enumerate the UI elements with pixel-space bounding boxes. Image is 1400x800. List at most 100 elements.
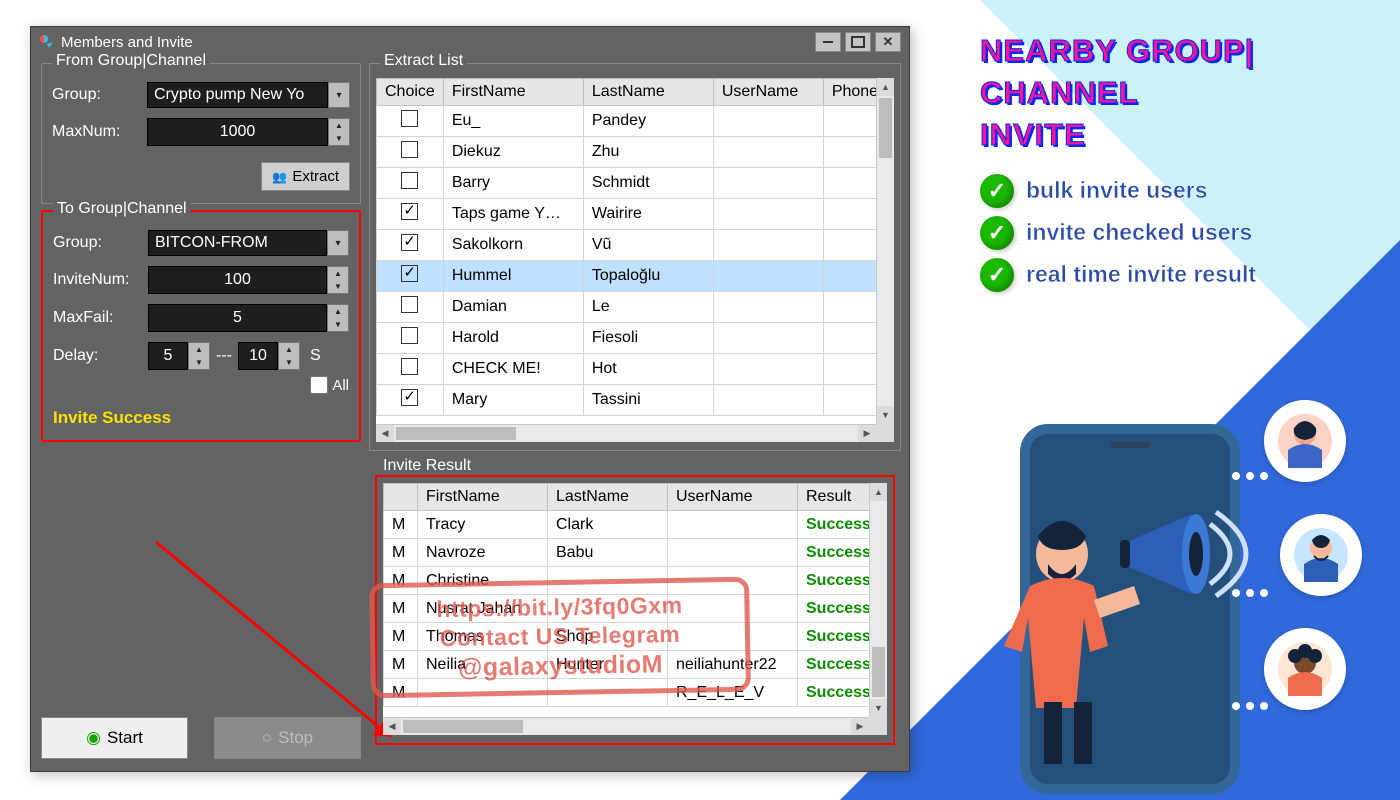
- rcol-firstname[interactable]: FirstName: [418, 484, 548, 511]
- col-choice[interactable]: Choice: [377, 79, 444, 106]
- cell-username: [713, 168, 823, 199]
- dots-icon: [1232, 472, 1268, 480]
- maximize-button[interactable]: [845, 32, 871, 52]
- cell-lastname: Tassini: [583, 385, 713, 416]
- stop-button[interactable]: Stop: [214, 717, 361, 759]
- cell-firstname: Diekuz: [443, 137, 583, 168]
- rcol-username[interactable]: UserName: [668, 484, 798, 511]
- row-checkbox[interactable]: [401, 265, 418, 282]
- from-maxnum-label: MaxNum:: [52, 123, 147, 141]
- cell-username: [713, 137, 823, 168]
- table-row[interactable]: DiekuzZhu: [377, 137, 894, 168]
- col-lastname[interactable]: LastName: [583, 79, 713, 106]
- maxfail-label: MaxFail:: [53, 309, 148, 327]
- cell-firstname: Mary: [443, 385, 583, 416]
- start-button[interactable]: Start: [41, 717, 188, 759]
- invitenum-spinner[interactable]: ▲▼: [327, 266, 349, 294]
- to-group-dropdown-icon[interactable]: ▾: [327, 230, 349, 256]
- row-checkbox[interactable]: [401, 141, 418, 158]
- check-icon: [980, 174, 1014, 208]
- all-checkbox[interactable]: [310, 376, 328, 394]
- delay-max-spinner[interactable]: ▲▼: [278, 342, 300, 370]
- result-scrollbar-h[interactable]: ◀▶: [383, 717, 869, 735]
- extract-list-legend: Extract List: [380, 52, 467, 70]
- col-firstname[interactable]: FirstName: [443, 79, 583, 106]
- delay-min-input[interactable]: 5: [148, 342, 188, 370]
- close-button[interactable]: [875, 32, 901, 52]
- bullet-text: bulk invite users: [1026, 177, 1208, 204]
- dots-icon: [1232, 589, 1268, 597]
- extract-scrollbar-h[interactable]: ◀▶: [376, 424, 876, 442]
- cell-firstname: Barry: [443, 168, 583, 199]
- row-checkbox[interactable]: [401, 296, 418, 313]
- delay-max-input[interactable]: 10: [238, 342, 278, 370]
- cell-lastname: Pandey: [583, 106, 713, 137]
- row-checkbox[interactable]: [401, 358, 418, 375]
- cell-firstname: Navroze: [418, 539, 548, 567]
- cell-username: [713, 323, 823, 354]
- invitenum-input[interactable]: 100: [148, 266, 327, 294]
- cell-lastname: Wairire: [583, 199, 713, 230]
- from-maxnum-spinner[interactable]: ▲▼: [328, 118, 350, 146]
- table-row[interactable]: SakolkornVũ: [377, 230, 894, 261]
- cell-c0: M: [384, 511, 418, 539]
- row-checkbox[interactable]: [401, 389, 418, 406]
- table-row[interactable]: HaroldFiesoli: [377, 323, 894, 354]
- to-group-combo[interactable]: BITCON-FROM: [148, 230, 327, 256]
- table-row[interactable]: HummelTopaloğlu: [377, 261, 894, 292]
- table-row[interactable]: MaryTassini: [377, 385, 894, 416]
- cell-username: [713, 292, 823, 323]
- cell-firstname: Taps game Y…: [443, 199, 583, 230]
- from-group-combo[interactable]: Crypto pump New Yo: [147, 82, 328, 108]
- to-legend: To Group|Channel: [53, 200, 191, 218]
- cell-firstname: Harold: [443, 323, 583, 354]
- rcol-blank[interactable]: [384, 484, 418, 511]
- from-legend: From Group|Channel: [52, 52, 210, 70]
- scroll-corner: [869, 717, 887, 735]
- row-checkbox[interactable]: [401, 234, 418, 251]
- row-checkbox[interactable]: [401, 203, 418, 220]
- table-row[interactable]: Taps game Y…Wairire: [377, 199, 894, 230]
- table-row[interactable]: MTracyClarkSuccess: [384, 511, 887, 539]
- col-username[interactable]: UserName: [713, 79, 823, 106]
- row-checkbox[interactable]: [401, 172, 418, 189]
- cell-lastname: Clark: [548, 511, 668, 539]
- invite-result-legend: Invite Result: [379, 457, 475, 475]
- to-group-panel: To Group|Channel Group: BITCON-FROM ▾ In…: [41, 210, 361, 442]
- table-row[interactable]: CHECK ME!Hot: [377, 354, 894, 385]
- rcol-lastname[interactable]: LastName: [548, 484, 668, 511]
- table-row[interactable]: MNavrozeBabuSuccess: [384, 539, 887, 567]
- dots-icon: [1232, 702, 1268, 710]
- maxfail-input[interactable]: 5: [148, 304, 327, 332]
- invite-status: Invite Success: [53, 408, 349, 428]
- minimize-button[interactable]: [815, 32, 841, 52]
- row-checkbox[interactable]: [401, 110, 418, 127]
- table-row[interactable]: DamianLe: [377, 292, 894, 323]
- table-row[interactable]: BarrySchmidt: [377, 168, 894, 199]
- result-scrollbar-v[interactable]: ▲▼: [869, 483, 887, 717]
- window-title: Members and Invite: [61, 34, 193, 51]
- cell-username: [713, 354, 823, 385]
- from-maxnum-input[interactable]: 1000: [147, 118, 328, 146]
- extract-list-table[interactable]: Choice FirstName LastName UserName Phone…: [376, 78, 894, 416]
- delay-min-spinner[interactable]: ▲▼: [188, 342, 210, 370]
- check-icon: [980, 258, 1014, 292]
- from-group-panel: From Group|Channel Group: Crypto pump Ne…: [41, 63, 361, 204]
- delay-label: Delay:: [53, 347, 148, 365]
- check-icon: [980, 216, 1014, 250]
- cell-username: [713, 199, 823, 230]
- extract-list-panel: Extract List Choice FirstName LastName U…: [369, 63, 901, 451]
- cell-lastname: Topaloğlu: [583, 261, 713, 292]
- avatar-icon: [1264, 628, 1346, 710]
- extract-button[interactable]: Extract: [261, 162, 350, 191]
- from-group-dropdown-icon[interactable]: ▾: [328, 82, 350, 108]
- app-icon: [39, 34, 55, 50]
- extract-scrollbar-v[interactable]: ▲▼: [876, 78, 894, 424]
- cell-firstname: Tracy: [418, 511, 548, 539]
- cell-lastname: Schmidt: [583, 168, 713, 199]
- table-row[interactable]: Eu_Pandey: [377, 106, 894, 137]
- maxfail-spinner[interactable]: ▲▼: [327, 304, 349, 332]
- row-checkbox[interactable]: [401, 327, 418, 344]
- cell-lastname: Hot: [583, 354, 713, 385]
- illustration: [980, 394, 1340, 794]
